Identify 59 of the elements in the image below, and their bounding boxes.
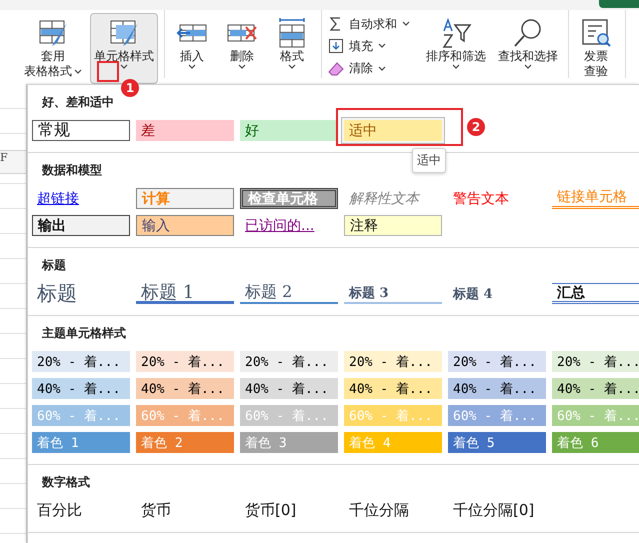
cell-style-option[interactable]: 20% - 着... [445, 348, 549, 375]
cell-style-option[interactable]: 货币[0] [237, 497, 341, 524]
ribbon-button[interactable]: 填充 [326, 37, 412, 56]
cell-style-option[interactable]: 20% - 着... [549, 348, 639, 375]
ribbon-button[interactable]: 自动求和 [326, 15, 412, 34]
cell-style-option[interactable]: 40% - 着... [549, 375, 639, 402]
sort-filter-icon [440, 17, 472, 49]
cell-style-option[interactable]: 已访问的... [237, 212, 341, 239]
cell-style-option[interactable]: 输出 [29, 212, 133, 239]
cell-style-option[interactable]: 适中 [341, 117, 445, 144]
caret-icon [378, 43, 386, 50]
cell-style-option[interactable]: 常规 [29, 117, 133, 144]
invoice-search-icon [580, 17, 612, 49]
section-heading: 数字格式 [42, 474, 90, 491]
cell-style-option[interactable]: 40% - 着... [133, 375, 237, 402]
cell-style-option[interactable]: 千位分隔 [341, 497, 445, 524]
ribbon-button[interactable]: 套用 表格格式 [20, 13, 86, 84]
eraser-icon [328, 60, 344, 77]
ribbon-button[interactable]: 删除 [219, 13, 265, 84]
caret-icon [402, 21, 410, 28]
tooltip: 适中 [412, 148, 446, 173]
cell-style-option[interactable]: 20% - 着... [133, 348, 237, 375]
cell-style-option[interactable]: 差 [133, 117, 237, 144]
section-heading: 主题单元格样式 [42, 325, 126, 342]
cell-style-option[interactable]: 40% - 着... [341, 375, 445, 402]
caret-icon [378, 66, 386, 72]
cell-style-option[interactable]: 20% - 着... [237, 348, 341, 375]
ribbon-button[interactable]: 发票 查验 [573, 13, 619, 84]
column-header: F [0, 150, 26, 174]
cell-style-option[interactable]: 输入 [133, 212, 237, 239]
cell-style-option[interactable]: 千位分隔[0] [445, 497, 549, 524]
cell-style-option[interactable]: 货币 [133, 497, 237, 524]
ribbon-button[interactable]: 查找和选择 [494, 13, 562, 84]
cell-style-option[interactable]: 标题 3 [341, 280, 445, 307]
ribbon-button[interactable]: 格式 [269, 13, 315, 84]
cell-style-option[interactable]: 40% - 着... [29, 375, 133, 402]
cell-style-option[interactable]: 标题 4 [445, 280, 549, 307]
ribbon-button[interactable]: 清除 [326, 60, 412, 78]
ribbon-button[interactable]: 插入 [169, 13, 215, 84]
cell-style-option[interactable]: 20% - 着... [29, 348, 133, 375]
cell-style-option[interactable]: 百分比 [29, 497, 133, 524]
cell-style-option[interactable]: 20% - 着... [341, 348, 445, 375]
cell-style-option[interactable]: 标题 [29, 280, 133, 307]
fill-down-icon [328, 38, 344, 54]
section-heading: 数据和模型 [42, 162, 102, 179]
cell-style-option[interactable]: 着色 5 [445, 429, 549, 456]
highlight-frame [97, 61, 119, 82]
cell-style-option[interactable]: 注释 [341, 212, 445, 239]
cell-style-option[interactable]: 40% - 着... [237, 375, 341, 402]
cell-style-option[interactable]: 超链接 [29, 185, 133, 212]
cell-style-option[interactable]: 标题 2 [237, 280, 341, 307]
cell-style-option[interactable]: 解释性文本 [341, 185, 445, 212]
section-heading: 标题 [42, 257, 66, 274]
cell-style-option[interactable]: 警告文本 [445, 185, 549, 212]
cell-style-option[interactable]: 汇总 [549, 280, 639, 307]
cell-style-option[interactable]: 标题 1 [133, 280, 237, 307]
cell-style-option[interactable]: 40% - 着... [445, 375, 549, 402]
section-heading: 好、差和适中 [42, 94, 114, 111]
ribbon-button[interactable]: 排序和筛选 [422, 13, 490, 84]
